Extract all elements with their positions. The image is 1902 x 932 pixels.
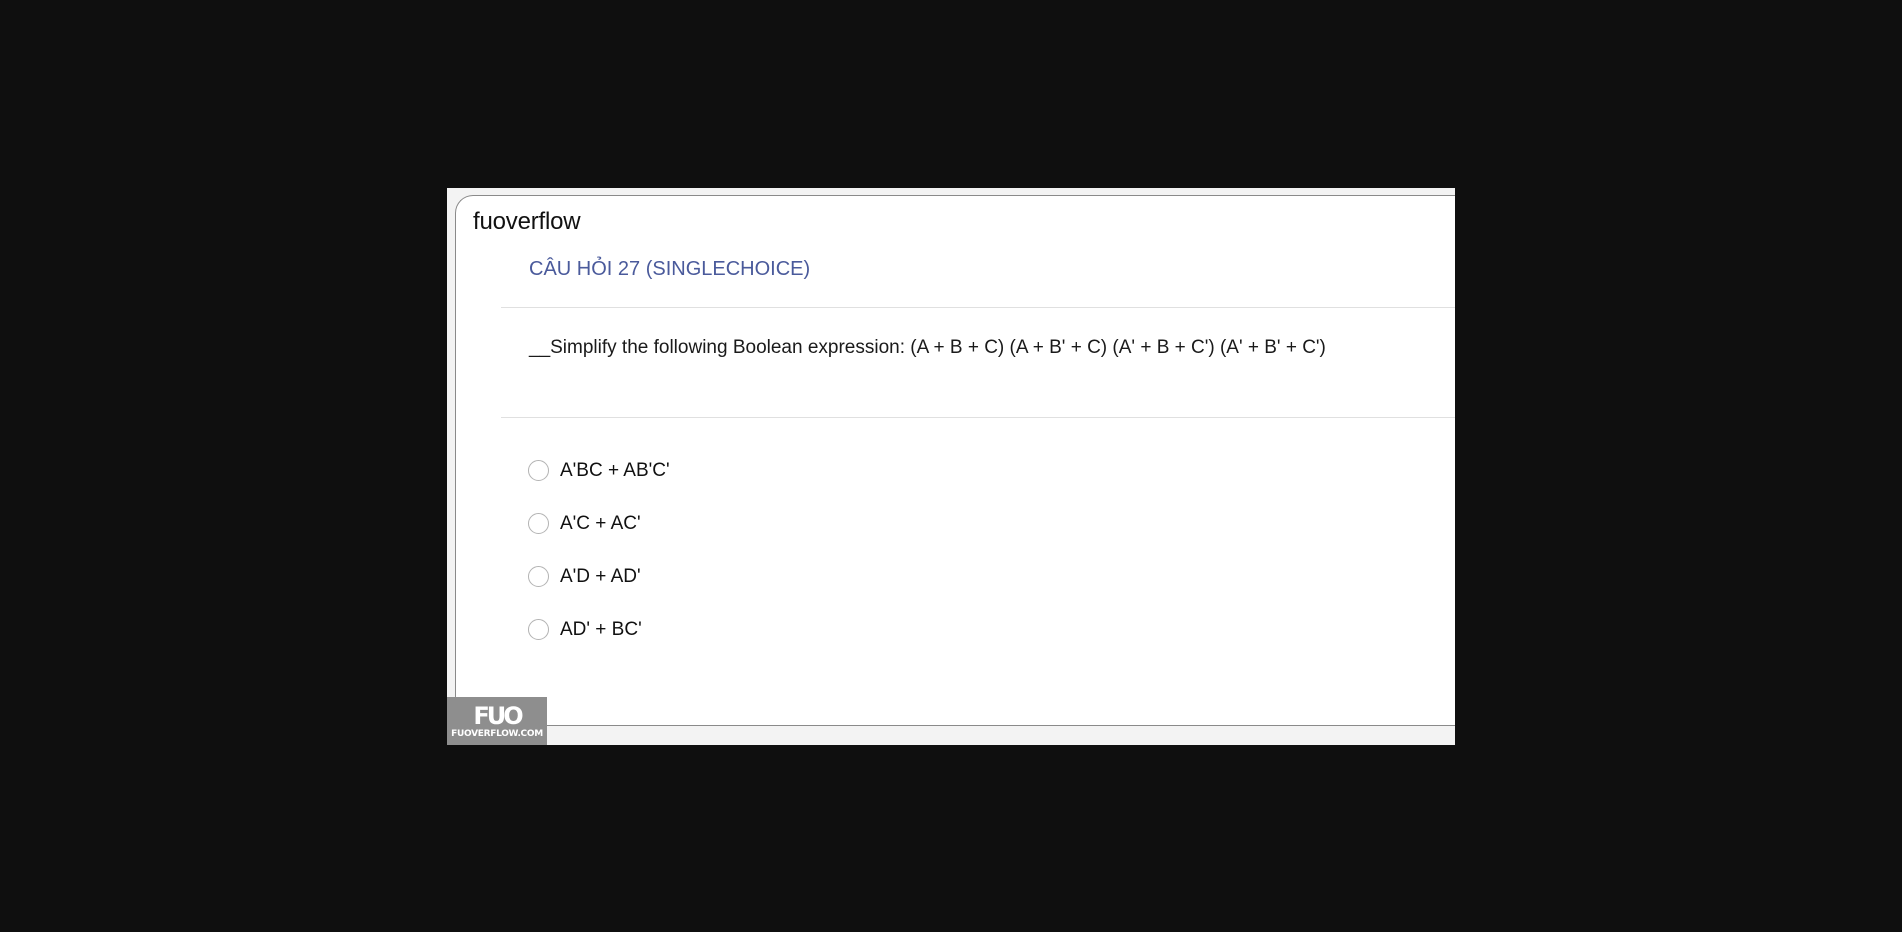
option-label: A'C + AC' (560, 512, 641, 534)
answer-option-4[interactable]: AD' + BC' (528, 603, 670, 656)
fuoverflow-logo: FUO FUOVERFLOW.COM (447, 697, 547, 745)
radio-button[interactable] (528, 460, 549, 481)
answer-option-1[interactable]: A'BC + AB'C' (528, 444, 670, 497)
radio-button[interactable] (528, 513, 549, 534)
logo-text: FUOVERFLOW.COM (451, 729, 543, 739)
viewer-backdrop: fuoverflow CÂU HỎI 27 (SINGLECHOICE) __S… (0, 0, 1902, 932)
radio-button[interactable] (528, 566, 549, 587)
option-label: A'BC + AB'C' (560, 459, 670, 481)
question-card: fuoverflow CÂU HỎI 27 (SINGLECHOICE) __S… (455, 195, 1455, 726)
site-name: fuoverflow (473, 208, 581, 235)
question-header: CÂU HỎI 27 (SINGLECHOICE) (529, 258, 811, 280)
logo-mark: FUO (473, 702, 523, 730)
divider (501, 417, 1455, 418)
option-label: AD' + BC' (560, 618, 642, 640)
answer-option-2[interactable]: A'C + AC' (528, 497, 670, 550)
divider (501, 307, 1455, 308)
answer-options: A'BC + AB'C' A'C + AC' A'D + AD' AD' + B… (528, 444, 670, 656)
radio-button[interactable] (528, 619, 549, 640)
question-text: __Simplify the following Boolean express… (529, 337, 1326, 358)
option-label: A'D + AD' (560, 565, 641, 587)
answer-option-3[interactable]: A'D + AD' (528, 550, 670, 603)
screenshot-frame: fuoverflow CÂU HỎI 27 (SINGLECHOICE) __S… (447, 188, 1455, 745)
